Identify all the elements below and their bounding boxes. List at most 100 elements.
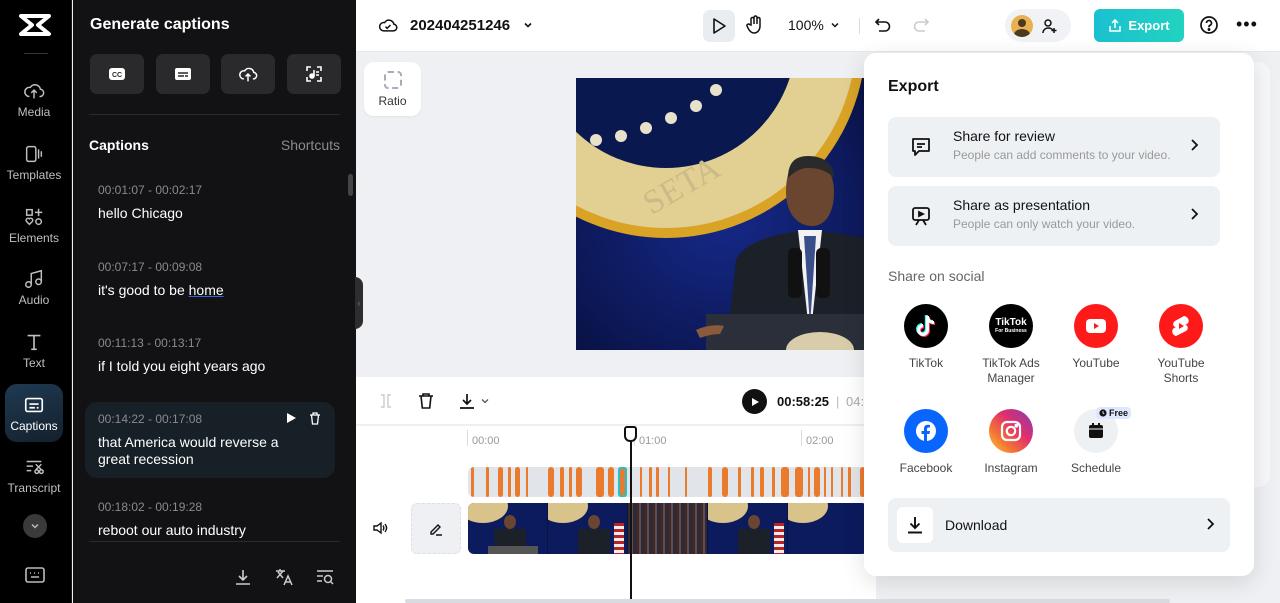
share-as-presentation-button[interactable]: Share as presentation People can only wa… [888, 186, 1220, 246]
schedule-post-button[interactable]: Schedule [1056, 409, 1136, 476]
project-title[interactable]: 202404251246 [378, 16, 534, 34]
caption-marker[interactable] [772, 467, 775, 497]
caption-marker[interactable] [656, 467, 659, 497]
zoom-dropdown[interactable]: 100% [788, 17, 840, 33]
help-button[interactable] [1199, 15, 1219, 40]
share-tiktok[interactable]: TikTok [886, 304, 966, 371]
upload-captions-button[interactable] [221, 54, 275, 94]
caption-text[interactable]: reboot our auto industry [98, 522, 322, 539]
timeline-scrollbar[interactable] [405, 599, 1170, 603]
rail-item-transcript[interactable]: Transcript [5, 446, 63, 504]
caption-marker[interactable] [508, 467, 511, 497]
download-button[interactable]: Download [888, 498, 1230, 552]
playhead-handle[interactable] [624, 426, 637, 442]
caption-marker[interactable] [486, 467, 489, 497]
caption-marker[interactable] [515, 467, 520, 497]
caption-marker[interactable] [526, 467, 528, 497]
redo-button[interactable] [912, 16, 930, 39]
auto-captions-button[interactable]: CC [90, 54, 144, 94]
rail-item-text[interactable]: Text [5, 321, 63, 379]
add-user-icon[interactable] [1041, 17, 1059, 35]
select-tool-button[interactable] [703, 10, 735, 42]
more-options-button[interactable]: ••• [1236, 14, 1258, 35]
split-icon[interactable] [378, 393, 394, 409]
download-dropdown[interactable] [458, 392, 490, 410]
play-button[interactable] [742, 389, 767, 414]
spellcheck-word[interactable]: home [189, 282, 224, 298]
caption-marker[interactable] [708, 467, 712, 497]
trash-icon[interactable] [418, 392, 434, 410]
caption-marker[interactable] [760, 467, 764, 497]
caption-marker[interactable] [596, 467, 604, 497]
share-tiktok-ads-manager[interactable]: TikTok For Business TikTok Ads Manager [971, 304, 1051, 386]
caption-marker[interactable] [640, 467, 642, 497]
caption-marker[interactable] [471, 467, 474, 497]
caption-marker[interactable] [722, 467, 728, 497]
caption-marker[interactable] [608, 467, 614, 497]
play-icon[interactable] [285, 412, 297, 424]
video-track[interactable] [468, 503, 868, 554]
download-captions-button[interactable] [234, 568, 252, 591]
rail-item-audio[interactable]: Audio [5, 258, 63, 316]
caption-marker[interactable] [841, 467, 843, 497]
caption-item-selected[interactable]: 00:14:22 - 00:17:08 that America would r… [85, 402, 335, 478]
comment-icon [912, 138, 930, 156]
caption-item[interactable]: 00:07:17 - 00:09:08 it's good to be home [85, 250, 335, 309]
caption-text[interactable]: that America would reverse a great reces… [98, 434, 298, 468]
caption-marker[interactable] [795, 467, 803, 497]
ratio-button[interactable]: Ratio [364, 62, 421, 116]
share-instagram[interactable]: Instagram [971, 409, 1051, 476]
collaborators[interactable] [1005, 9, 1071, 42]
lyrics-captions-button[interactable] [287, 54, 341, 94]
trash-icon[interactable] [309, 412, 321, 425]
caption-marker[interactable] [498, 467, 503, 497]
share-youtube[interactable]: YouTube [1056, 304, 1136, 371]
caption-marker[interactable] [649, 467, 652, 497]
speaker-icon[interactable] [372, 520, 388, 536]
undo-button[interactable] [874, 16, 892, 39]
caption-item[interactable]: 00:01:07 - 00:02:17 hello Chicago [85, 173, 335, 232]
rail-item-elements[interactable]: Elements [5, 196, 63, 254]
caption-marker[interactable] [685, 467, 687, 497]
export-button[interactable]: Export [1094, 9, 1184, 42]
manual-captions-button[interactable] [156, 54, 210, 94]
caption-marker[interactable] [738, 467, 741, 497]
caption-marker[interactable] [560, 467, 564, 497]
caption-marker[interactable] [808, 467, 810, 497]
rail-expand-button[interactable] [23, 514, 47, 538]
caption-marker[interactable] [576, 467, 582, 497]
captions-scrollbar[interactable] [348, 174, 353, 196]
rail-item-captions[interactable]: Captions [5, 384, 63, 442]
edit-cover-button[interactable] [411, 503, 461, 554]
share-for-review-button[interactable]: Share for review People can add comments… [888, 117, 1220, 177]
video-preview[interactable]: SETA [576, 78, 866, 350]
share-facebook[interactable]: Facebook [886, 409, 966, 476]
search-replace-button[interactable] [315, 568, 335, 591]
playhead-line[interactable] [630, 428, 632, 600]
share-youtube-shorts[interactable]: YouTube Shorts [1141, 304, 1221, 386]
caption-marker[interactable] [814, 467, 820, 497]
download-icon [908, 517, 922, 534]
caption-marker-selected[interactable] [618, 467, 627, 497]
collapse-panel-handle[interactable]: ‹ [355, 277, 363, 329]
caption-item[interactable]: 00:11:13 - 00:13:17 if I told you eight … [85, 326, 335, 385]
caption-marker[interactable] [831, 467, 833, 497]
captions-track[interactable] [468, 467, 868, 497]
shortcuts-link[interactable]: Shortcuts [281, 137, 340, 153]
caption-marker[interactable] [824, 467, 826, 497]
caption-marker[interactable] [751, 467, 754, 497]
caption-text[interactable]: hello Chicago [98, 205, 322, 222]
hand-tool-button[interactable] [746, 15, 764, 40]
rail-item-templates[interactable]: Templates [5, 133, 63, 191]
caption-marker[interactable] [668, 467, 670, 497]
caption-text[interactable]: if I told you eight years ago [98, 358, 322, 375]
caption-marker[interactable] [569, 467, 572, 497]
caption-text[interactable]: it's good to be home [98, 282, 322, 299]
caption-marker[interactable] [781, 467, 789, 497]
rail-item-media[interactable]: Media [5, 70, 63, 128]
keyboard-shortcuts-button[interactable] [24, 566, 46, 589]
translate-button[interactable] [274, 568, 294, 591]
caption-marker[interactable] [548, 467, 554, 497]
user-avatar[interactable] [1011, 14, 1033, 37]
caption-marker[interactable] [848, 467, 851, 497]
